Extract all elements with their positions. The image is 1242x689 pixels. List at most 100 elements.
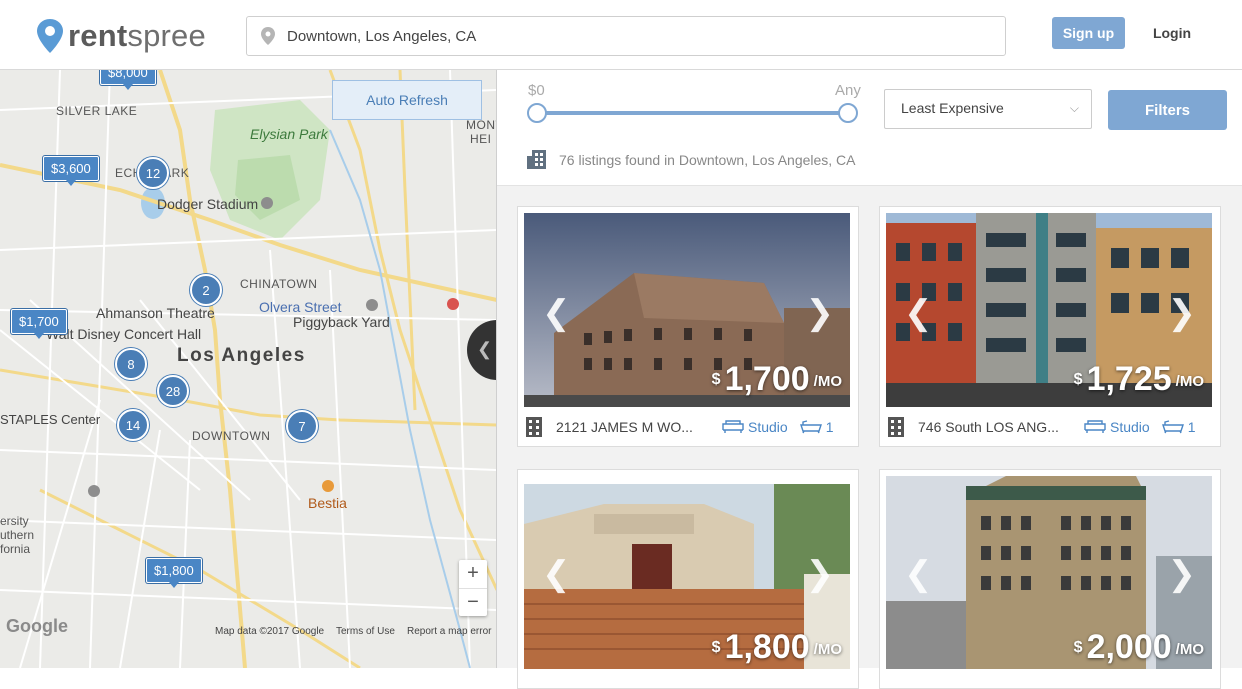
listing-price-amount: 1,725 <box>1086 360 1172 398</box>
rentspree-logo[interactable]: rentspree <box>36 16 206 56</box>
zoom-out-button[interactable]: − <box>459 588 487 616</box>
listing-bath-count: 1 <box>1187 419 1196 435</box>
listing-price-amount: 1,700 <box>724 360 810 398</box>
results-count-text: 76 listings found in Downtown, Los Angel… <box>559 151 856 168</box>
map-cluster-marker[interactable]: 8 <box>115 348 147 380</box>
map-label-university: ersity <box>0 514 29 528</box>
listing-price-currency: $ <box>711 371 721 388</box>
listing-price-amount: 2,000 <box>1086 628 1172 666</box>
listing-price-unit: /MO <box>813 373 842 390</box>
map-label-piggyback-yard: Piggyback Yard <box>293 314 390 330</box>
report-map-error-link[interactable]: Report a map error <box>407 626 491 637</box>
building-icon <box>527 150 546 169</box>
map-label-downtown: DOWNTOWN <box>192 429 271 443</box>
listing-price-currency: $ <box>711 639 721 656</box>
next-photo-arrow-icon[interactable]: ❯ <box>1168 293 1197 333</box>
map-label-walt-disney-concert-hall: Walt Disney Concert Hall <box>46 326 202 342</box>
building-icon <box>526 417 542 437</box>
map-cluster-marker[interactable]: 2 <box>190 274 222 306</box>
listing-card[interactable]: ❮ ❯ $2,000/MO <box>879 469 1221 689</box>
logo-text: rentspree <box>68 18 206 54</box>
map-label-ahmanson-theatre: Ahmanson Theatre <box>96 305 215 321</box>
bed-icon <box>1084 420 1106 433</box>
map-label-los-angeles: Los Angeles <box>177 345 306 366</box>
sign-up-button[interactable]: Sign up <box>1052 17 1125 49</box>
map-label-olvera-street: Olvera Street <box>259 299 342 315</box>
bed-icon <box>722 420 744 433</box>
listing-price-unit: /MO <box>1175 373 1204 390</box>
price-slider-min-handle[interactable] <box>527 103 547 123</box>
price-range-slider[interactable] <box>537 111 849 115</box>
listing-card[interactable]: ❮ ❯ $1,700/MO 2121 JAMES M WO... Studio … <box>517 206 859 447</box>
map-label-montecito: MONT <box>466 118 496 132</box>
map-marker-icon <box>261 27 275 45</box>
previous-photo-arrow-icon[interactable]: ❮ <box>904 554 933 594</box>
previous-photo-arrow-icon[interactable]: ❮ <box>542 293 571 333</box>
filter-bar: $0 Any Least Expensive ⌵ Filters 76 list… <box>497 70 1242 186</box>
building-icon <box>888 417 904 437</box>
map-price-pin[interactable]: $1,700 <box>11 309 67 339</box>
sort-select-value: Least Expensive <box>901 100 1004 116</box>
map-label-staples-center: STAPLES Center <box>0 412 101 427</box>
listing-price-currency: $ <box>1073 371 1083 388</box>
listings-panel: $0 Any Least Expensive ⌵ Filters 76 list… <box>497 70 1242 689</box>
map-price-pin[interactable]: $1,800 <box>146 558 202 588</box>
previous-photo-arrow-icon[interactable]: ❮ <box>904 293 933 333</box>
bathtub-icon <box>1161 420 1184 434</box>
next-photo-arrow-icon[interactable]: ❯ <box>806 293 835 333</box>
map-label-heights: HEI <box>470 132 492 146</box>
zoom-in-button[interactable]: + <box>459 560 487 588</box>
top-header: rentspree Sign up Login <box>0 0 1242 70</box>
chevron-left-icon: ❮ <box>477 339 493 359</box>
listing-price-unit: /MO <box>1175 641 1204 658</box>
map-label-california: fornia <box>0 542 31 556</box>
map-cluster-marker[interactable]: 14 <box>117 409 149 441</box>
price-slider-max-handle[interactable] <box>838 103 858 123</box>
login-link[interactable]: Login <box>1142 17 1202 49</box>
listing-card[interactable]: ❮ ❯ $1,725/MO 746 South LOS ANG... Studi… <box>879 206 1221 447</box>
listing-price: $1,700/MO <box>712 360 842 399</box>
next-photo-arrow-icon[interactable]: ❯ <box>1168 554 1197 594</box>
map-label-southern: uthern <box>0 528 35 542</box>
filters-button[interactable]: Filters <box>1108 90 1227 130</box>
map-cluster-marker[interactable]: 28 <box>157 375 189 407</box>
listing-price: $1,725/MO <box>1074 360 1204 399</box>
google-logo: Google <box>6 616 68 636</box>
listing-photo[interactable]: ❮ ❯ $1,700/MO <box>524 213 850 407</box>
logo-text-bold: rent <box>68 18 128 53</box>
price-range-max-label: Any <box>835 82 861 99</box>
listing-photo[interactable]: ❮ ❯ $1,800/MO <box>524 484 850 669</box>
map-data-attribution: Map data ©2017 Google <box>215 626 325 637</box>
map-cluster-marker[interactable]: 12 <box>137 157 169 189</box>
auto-refresh-button[interactable]: Auto Refresh <box>332 80 482 120</box>
terms-of-use-link[interactable]: Terms of Use <box>336 626 395 637</box>
location-search-input[interactable] <box>287 27 987 45</box>
map-label-bestia: Bestia <box>308 495 347 511</box>
listing-price-unit: /MO <box>813 641 842 658</box>
listing-meta: 2121 JAMES M WO... Studio 1 <box>524 410 854 444</box>
map-label-chinatown: CHINATOWN <box>240 277 318 291</box>
listing-price-amount: 1,800 <box>724 628 810 666</box>
previous-photo-arrow-icon[interactable]: ❮ <box>542 554 571 594</box>
map-panel[interactable]: SILVER LAKE ECHO PARK Elysian Park Dodge… <box>0 70 497 668</box>
listing-price: $2,000/MO <box>1074 628 1204 667</box>
listing-bedroom-type: Studio <box>748 419 788 435</box>
map-price-pin[interactable]: $8,000 <box>100 70 156 90</box>
location-search[interactable] <box>246 16 1006 56</box>
listing-price: $1,800/MO <box>712 628 842 667</box>
listing-address: 746 South LOS ANG... <box>918 419 1058 435</box>
chevron-down-icon: ⌵ <box>1069 101 1079 115</box>
results-summary: 76 listings found in Downtown, Los Angel… <box>527 150 856 169</box>
listing-photo[interactable]: ❮ ❯ $2,000/MO <box>886 476 1212 669</box>
bathtub-icon <box>799 420 822 434</box>
map-cluster-marker[interactable]: 7 <box>286 410 318 442</box>
listing-bath-count: 1 <box>825 419 834 435</box>
map-label-elysian-park: Elysian Park <box>250 126 328 142</box>
listing-price-currency: $ <box>1073 639 1083 656</box>
map-price-pin[interactable]: $3,600 <box>43 156 99 186</box>
sort-select[interactable]: Least Expensive ⌵ <box>884 89 1092 129</box>
listing-card[interactable]: ❮ ❯ $1,800/MO <box>517 469 859 689</box>
next-photo-arrow-icon[interactable]: ❯ <box>806 554 835 594</box>
map-label-silver-lake: SILVER LAKE <box>56 104 138 118</box>
listing-photo[interactable]: ❮ ❯ $1,725/MO <box>886 213 1212 407</box>
